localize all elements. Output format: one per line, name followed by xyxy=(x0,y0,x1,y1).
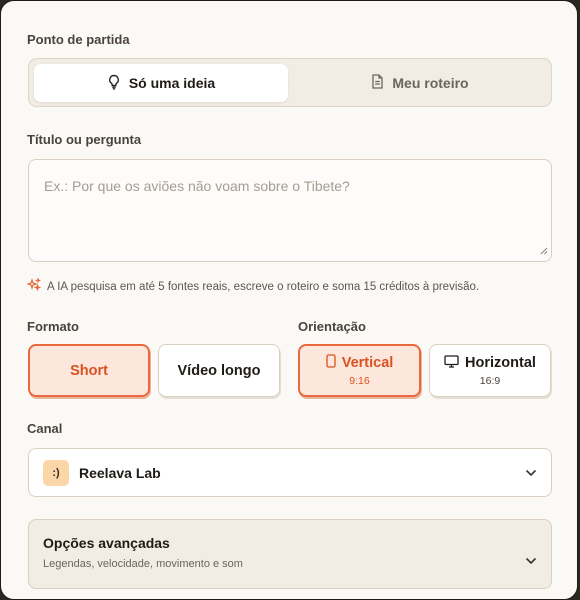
title-input-placeholder: Ex.: Por que os aviões não voam sobre o … xyxy=(44,178,350,194)
phone-icon xyxy=(326,354,336,372)
channel-label: Canal xyxy=(27,421,63,436)
channel-value: Reelava Lab xyxy=(79,464,161,481)
sparkles-icon xyxy=(26,277,42,295)
channel-avatar: :) xyxy=(43,459,69,486)
resize-handle-icon[interactable] xyxy=(540,242,548,258)
chip-sublabel: 16:9 xyxy=(479,374,501,387)
starting-point-toggle: Só uma ideia Meu roteiro xyxy=(28,58,552,107)
chevron-down-icon xyxy=(525,464,537,482)
chevron-down-icon xyxy=(525,552,537,570)
format-short-button[interactable]: Short xyxy=(28,344,150,397)
new-video-panel: Ponto de partida Só uma ideia Meu roteir… xyxy=(0,0,578,600)
chip-label: Vertical xyxy=(341,355,394,371)
format-long-video-button[interactable]: Vídeo longo xyxy=(158,344,280,397)
option-label: Meu roteiro xyxy=(392,75,469,91)
advanced-options-title: Opções avançadas xyxy=(43,535,170,551)
chip-sublabel: 9:16 xyxy=(349,375,370,387)
option-my-script[interactable]: Meu roteiro xyxy=(293,64,547,102)
hint-text: A IA pesquisa em até 5 fontes reais, esc… xyxy=(47,280,480,293)
option-label: Só uma ideia xyxy=(128,75,216,91)
option-just-an-idea[interactable]: Só uma ideia xyxy=(34,64,288,102)
orientation-horizontal-button[interactable]: Horizontal 16:9 xyxy=(429,344,551,397)
document-icon xyxy=(371,74,384,92)
chip-label: Short xyxy=(70,362,108,379)
channel-select[interactable]: :) Reelava Lab xyxy=(28,448,552,497)
orientation-vertical-button[interactable]: Vertical 9:16 xyxy=(298,344,421,397)
ai-hint: A IA pesquisa em até 5 fontes reais, esc… xyxy=(26,277,480,295)
chip-label: Horizontal xyxy=(465,355,536,371)
chip-label: Vídeo longo xyxy=(177,362,261,379)
starting-point-label: Ponto de partida xyxy=(27,32,130,47)
title-input[interactable]: Ex.: Por que os aviões não voam sobre o … xyxy=(28,159,552,262)
lightbulb-icon xyxy=(107,74,121,93)
advanced-options-toggle[interactable]: Opções avançadas Legendas, velocidade, m… xyxy=(28,519,552,589)
monitor-icon xyxy=(444,354,459,372)
format-label: Formato xyxy=(27,319,79,334)
title-field-label: Título ou pergunta xyxy=(27,132,142,147)
advanced-options-subtitle: Legendas, velocidade, movimento e som xyxy=(43,558,243,570)
orientation-label: Orientação xyxy=(298,319,366,334)
